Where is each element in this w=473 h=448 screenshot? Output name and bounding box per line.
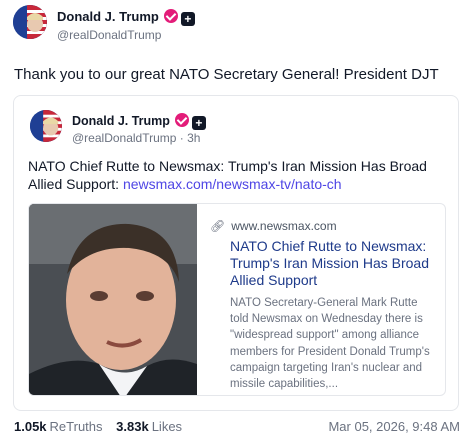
post-stats: 1.05k ReTruths 3.83k Likes Mar 05, 2026, 9… <box>14 419 460 434</box>
author-name-row[interactable]: Donald J. Trump + <box>57 9 195 26</box>
author-handle[interactable]: @realDonaldTrump <box>57 28 161 42</box>
quoted-post-text: NATO Chief Rutte to Newsmax: Trump's Ira… <box>28 157 448 193</box>
quoted-author-handle-time[interactable]: @realDonaldTrump · 3h <box>72 131 200 145</box>
author-avatar[interactable] <box>13 5 47 39</box>
author-name[interactable]: Donald J. Trump <box>57 9 159 24</box>
preview-domain-row: 🔗︎ www.newsmax.com <box>210 219 337 233</box>
likes-label: Likes <box>151 419 183 434</box>
quoted-post-card[interactable]: Donald J. Trump + @realDonaldTrump · 3h N… <box>13 95 459 411</box>
preview-description: NATO Secretary-General Mark Rutte told N… <box>230 297 430 391</box>
verified-badge-icon <box>174 113 189 127</box>
link-icon: 🔗︎ <box>210 219 226 233</box>
quoted-author-avatar[interactable] <box>30 110 62 142</box>
preview-image[interactable] <box>29 204 197 395</box>
plus-badge-icon: + <box>191 116 206 130</box>
retruths-label: ReTruths <box>49 419 103 434</box>
quoted-author-name[interactable]: Donald J. Trump <box>72 114 170 128</box>
retruths-count: 1.05k <box>14 419 47 434</box>
quoted-author-name-row[interactable]: Donald J. Trump + <box>72 113 206 130</box>
flag-avatar-icon <box>30 110 62 142</box>
link-preview-card[interactable]: 🔗︎ www.newsmax.com NATO Chief Rutte to Ne… <box>28 203 446 396</box>
retruths-stat[interactable]: 1.05k ReTruths <box>14 419 103 434</box>
preview-title[interactable]: NATO Chief Rutte to Newsmax: Trump's Ira… <box>230 238 435 289</box>
person-photo-icon <box>29 204 197 395</box>
likes-count: 3.83k <box>116 419 149 434</box>
likes-stat[interactable]: 3.83k Likes <box>116 419 182 434</box>
quoted-post-link[interactable]: newsmax.com/newsmax-tv/nato-ch <box>123 176 342 192</box>
post-timestamp[interactable]: Mar 05, 2026, 9:48 AM <box>328 419 460 434</box>
verified-badge-icon <box>163 9 178 23</box>
post-text: Thank you to our great NATO Secretary Ge… <box>14 66 439 83</box>
plus-badge-icon: + <box>180 12 195 26</box>
flag-avatar-icon <box>13 5 47 39</box>
preview-domain: www.newsmax.com <box>231 219 337 233</box>
